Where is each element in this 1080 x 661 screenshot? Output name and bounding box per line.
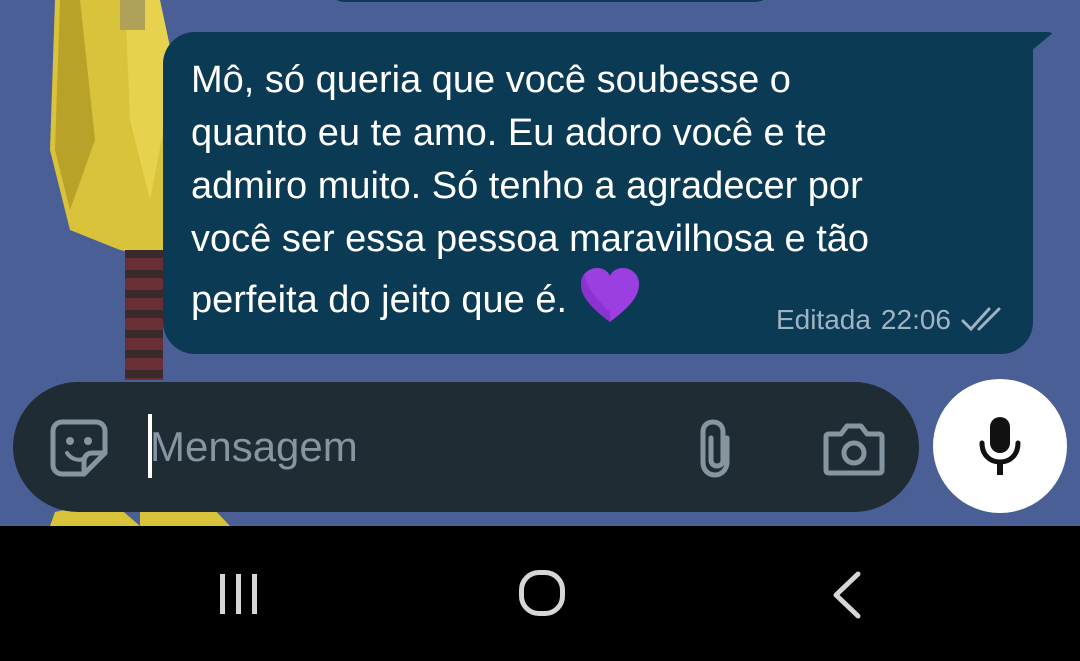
double-check-icon <box>961 307 1001 332</box>
attach-icon[interactable] <box>693 418 741 478</box>
sticker-icon[interactable] <box>50 419 108 477</box>
chat-area: Mô, só queria que você soubesse o quanto… <box>0 0 1080 526</box>
back-icon[interactable] <box>826 570 866 620</box>
purple-heart-icon <box>581 268 640 322</box>
mic-icon <box>979 417 1021 475</box>
previous-message-bubble <box>330 0 770 2</box>
message-input[interactable] <box>146 416 650 478</box>
system-navigation-bar <box>0 526 1080 661</box>
outgoing-message-bubble[interactable]: Mô, só queria que você soubesse o quanto… <box>163 32 1033 354</box>
edited-label: Editada <box>775 304 871 335</box>
message-text-container: Mô, só queria que você soubesse o quanto… <box>191 54 1011 327</box>
message-meta: Editada 22:06 <box>776 304 1007 336</box>
message-text: Mô, só queria que você soubesse o quanto… <box>191 59 870 321</box>
home-icon[interactable] <box>519 570 565 616</box>
voice-record-button[interactable] <box>933 379 1067 513</box>
message-composer <box>13 382 919 512</box>
camera-icon[interactable] <box>823 420 885 476</box>
recents-icon[interactable] <box>214 570 264 618</box>
message-time: 22:06 <box>880 304 951 335</box>
